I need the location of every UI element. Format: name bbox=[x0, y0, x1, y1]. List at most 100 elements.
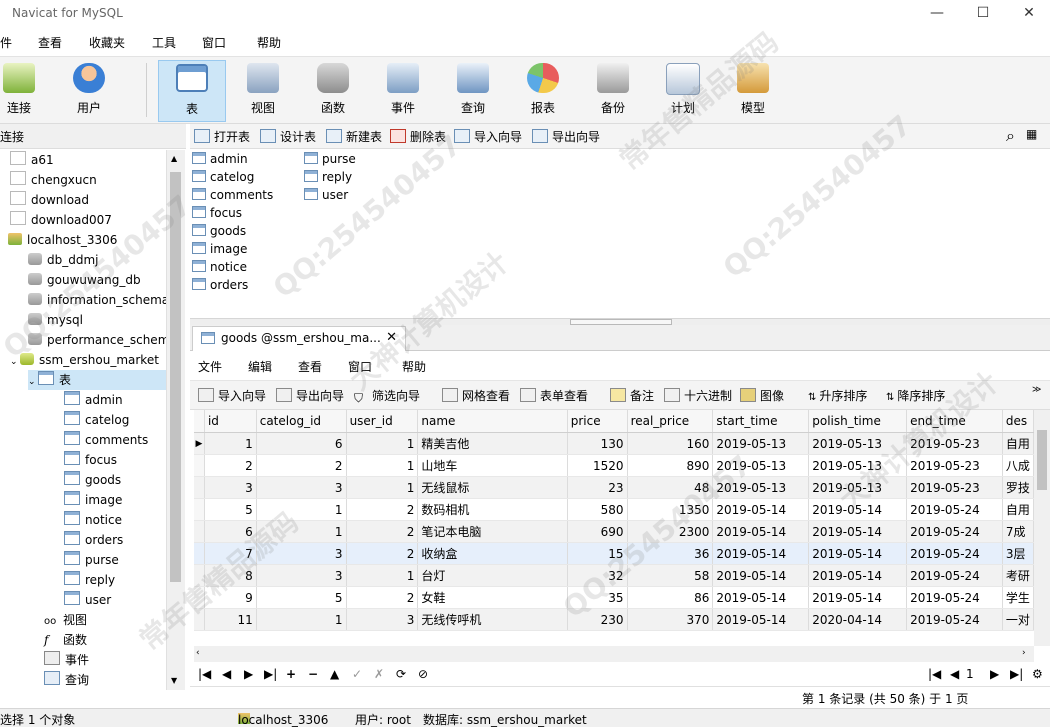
scroll-left-icon[interactable]: ‹ bbox=[196, 648, 200, 658]
tree-localhost[interactable]: localhost_3306 bbox=[8, 230, 117, 250]
row-indicator[interactable] bbox=[194, 586, 205, 609]
table-cell[interactable]: 86 bbox=[627, 586, 714, 609]
inner-menu-file[interactable]: 文件 bbox=[198, 358, 222, 375]
menu-favorites[interactable]: 收藏夹 bbox=[89, 34, 125, 51]
tree-scroll-thumb[interactable] bbox=[170, 172, 181, 582]
inner-menu-window[interactable]: 窗口 bbox=[348, 358, 372, 375]
table-cell[interactable]: 2019-05-14 bbox=[712, 586, 810, 609]
connection-button[interactable]: 连接 bbox=[0, 60, 52, 120]
row-indicator[interactable] bbox=[194, 498, 205, 521]
chevron-down-icon[interactable]: ⌄ bbox=[10, 352, 20, 372]
table-button[interactable]: 表 bbox=[158, 60, 226, 122]
image-button[interactable]: 图像 bbox=[740, 387, 784, 404]
new-table-button[interactable]: 新建表 bbox=[326, 128, 382, 145]
filter-wizard-button[interactable]: ⛉ 筛选向导 bbox=[354, 387, 420, 405]
tree-table[interactable]: admin bbox=[64, 390, 123, 410]
table-cell[interactable]: 2 bbox=[346, 498, 419, 521]
table-cell[interactable]: 15 bbox=[567, 542, 628, 565]
report-button[interactable]: 报表 bbox=[510, 60, 576, 120]
table-cell[interactable]: 580 bbox=[567, 498, 628, 521]
table-cell[interactable]: 2019-05-24 bbox=[906, 586, 1003, 609]
table-cell[interactable]: 山地车 bbox=[417, 454, 568, 477]
table-cell[interactable]: 无线传呼机 bbox=[417, 608, 568, 631]
table-cell[interactable]: 2 bbox=[346, 586, 419, 609]
table-cell[interactable]: 1 bbox=[346, 454, 419, 477]
table-cell[interactable]: 7 bbox=[204, 542, 257, 565]
previous-record-button[interactable]: ◀ bbox=[222, 667, 231, 681]
tree-database-open[interactable]: ⌄ ssm_ershou_market bbox=[10, 350, 159, 370]
refresh-button[interactable]: ⟳ bbox=[396, 667, 406, 681]
table-cell[interactable]: 2 bbox=[346, 542, 419, 565]
tree-connection[interactable]: chengxucn bbox=[10, 170, 97, 190]
query-button[interactable]: 查询 bbox=[440, 60, 506, 120]
form-view-button[interactable]: 表单查看 bbox=[520, 387, 588, 404]
tree-table[interactable]: orders bbox=[64, 530, 123, 550]
grid-export-wizard-button[interactable]: 导出向导 bbox=[276, 387, 344, 404]
table-cell[interactable]: 1 bbox=[256, 520, 347, 543]
column-header-name[interactable]: name bbox=[417, 410, 568, 433]
close-window-button[interactable]: ✕ bbox=[1006, 2, 1050, 24]
column-header-describe[interactable]: des bbox=[1002, 410, 1034, 433]
tree-table[interactable]: image bbox=[64, 490, 122, 510]
grid-view-button[interactable]: 网格查看 bbox=[442, 387, 510, 404]
tree-table[interactable]: user bbox=[64, 590, 111, 610]
tree-connection[interactable]: download bbox=[10, 190, 89, 210]
table-cell[interactable]: 笔记本电脑 bbox=[417, 520, 568, 543]
table-cell[interactable]: 台灯 bbox=[417, 564, 568, 587]
table-cell[interactable]: 1520 bbox=[567, 454, 628, 477]
table-cell[interactable]: 48 bbox=[627, 476, 714, 499]
table-cell[interactable]: 2019-05-24 bbox=[906, 542, 1003, 565]
table-cell[interactable]: 690 bbox=[567, 520, 628, 543]
grid-import-wizard-button[interactable]: 导入向导 bbox=[198, 387, 266, 404]
table-cell[interactable]: 2 bbox=[204, 454, 257, 477]
table-cell[interactable]: 2019-05-14 bbox=[808, 564, 908, 587]
table-cell[interactable]: 2 bbox=[346, 520, 419, 543]
settings-icon[interactable]: ⚙ bbox=[1032, 667, 1043, 681]
sort-ascending-button[interactable]: ⇅ 升序排序 bbox=[808, 387, 867, 404]
table-cell[interactable]: 2019-05-24 bbox=[906, 564, 1003, 587]
row-indicator[interactable] bbox=[194, 608, 205, 631]
tree-database[interactable]: performance_schem bbox=[28, 330, 166, 350]
menu-help[interactable]: 帮助 bbox=[257, 34, 281, 51]
table-cell[interactable]: 2019-05-13 bbox=[712, 454, 810, 477]
object-item[interactable]: admin bbox=[192, 150, 248, 168]
object-item[interactable]: focus bbox=[192, 204, 242, 222]
import-wizard-button[interactable]: 导入向导 bbox=[454, 128, 522, 145]
object-item[interactable]: reply bbox=[304, 168, 352, 186]
view-button[interactable]: 视图 bbox=[230, 60, 296, 120]
up-record-button[interactable]: ▲ bbox=[330, 667, 339, 681]
table-cell[interactable]: 23 bbox=[567, 476, 628, 499]
table-cell[interactable]: 2 bbox=[256, 454, 347, 477]
tree-table[interactable]: reply bbox=[64, 570, 115, 590]
tree-connection[interactable]: a61 bbox=[10, 150, 54, 170]
table-cell[interactable]: 1 bbox=[204, 432, 257, 455]
table-cell[interactable]: 2019-05-14 bbox=[808, 542, 908, 565]
chevron-down-icon[interactable]: ⌄ bbox=[28, 372, 38, 392]
inner-menu-edit[interactable]: 编辑 bbox=[248, 358, 272, 375]
table-row[interactable]: 7 3 2 收纳盒 15 36 2019-05-14 2019-05-14 2019-05-24… bbox=[194, 542, 1034, 565]
tree-scrollbar[interactable]: ▲ ▼ bbox=[166, 150, 185, 690]
table-cell[interactable]: 2019-05-24 bbox=[906, 608, 1003, 631]
object-item[interactable]: goods bbox=[192, 222, 246, 240]
object-item[interactable]: orders bbox=[192, 276, 248, 294]
tree-database[interactable]: mysql bbox=[28, 310, 83, 330]
table-cell[interactable]: 2019-05-13 bbox=[712, 432, 810, 455]
table-cell[interactable]: 2019-05-24 bbox=[906, 520, 1003, 543]
object-item[interactable]: purse bbox=[304, 150, 356, 168]
tree-queries-node[interactable]: 查询 bbox=[44, 670, 89, 690]
delete-table-button[interactable]: 删除表 bbox=[390, 128, 446, 145]
first-record-button[interactable]: |◀ bbox=[198, 667, 211, 681]
table-cell[interactable]: 2019-05-23 bbox=[906, 432, 1003, 455]
add-record-button[interactable]: + bbox=[286, 667, 296, 681]
event-button[interactable]: 事件 bbox=[370, 60, 436, 120]
table-cell[interactable]: 5 bbox=[256, 586, 347, 609]
design-table-button[interactable]: 设计表 bbox=[260, 128, 316, 145]
table-row[interactable]: 5 1 2 数码相机 580 1350 2019-05-14 2019-05-14 2019-0… bbox=[194, 498, 1034, 521]
previous-page-button[interactable]: ◀ bbox=[950, 667, 959, 681]
scroll-right-icon[interactable]: › bbox=[1022, 648, 1026, 658]
last-record-button[interactable]: ▶| bbox=[264, 667, 277, 681]
row-indicator[interactable]: ▶ bbox=[194, 432, 205, 455]
table-cell[interactable]: 自用 bbox=[1002, 498, 1034, 521]
column-header-catelog-id[interactable]: catelog_id bbox=[256, 410, 347, 433]
table-cell[interactable]: 收纳盒 bbox=[417, 542, 568, 565]
